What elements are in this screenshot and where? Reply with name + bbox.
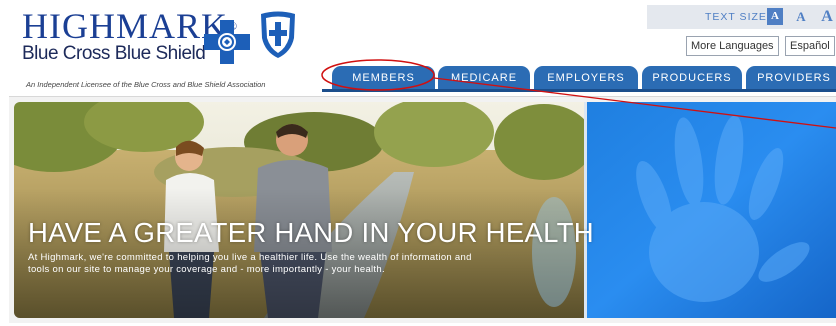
nav-tab-medicare[interactable]: MEDICARE (438, 66, 530, 90)
hero-banner[interactable]: HAVE A GREATER HAND IN YOUR HEALTH At Hi… (14, 102, 836, 318)
nav-tab-members[interactable]: MEMBERS (332, 66, 435, 90)
logo-subtitle: Blue Cross Blue Shield (22, 43, 206, 64)
nav-tab-providers[interactable]: PROVIDERS (746, 66, 836, 90)
hero-body-text: At Highmark, we're committed to helping … (28, 252, 472, 275)
highmark-logo[interactable]: HIGHMARK® Blue Cross Blue Shield An Inde… (22, 6, 322, 96)
nav-underline (322, 89, 836, 92)
text-size-large-button[interactable]: A (819, 8, 835, 25)
hero-photo (14, 102, 836, 318)
text-size-medium-button[interactable]: A (793, 8, 809, 25)
text-size-bar: TEXT SIZE A A A (647, 5, 836, 29)
logo-tagline: An Independent Licensee of the Blue Cros… (26, 80, 266, 89)
hero-headline: HAVE A GREATER HAND IN YOUR HEALTH (28, 217, 594, 248)
text-size-label: TEXT SIZE (705, 11, 767, 23)
espanol-button[interactable]: Español (785, 36, 835, 56)
text-size-small-button[interactable]: A (767, 8, 783, 25)
blue-cross-icon (204, 20, 250, 64)
more-languages-button[interactable]: More Languages (686, 36, 779, 56)
nav-tab-producers[interactable]: PRODUCERS (642, 66, 742, 90)
blue-shield-icon (261, 11, 295, 58)
nav-tab-employers[interactable]: EMPLOYERS (534, 66, 638, 90)
